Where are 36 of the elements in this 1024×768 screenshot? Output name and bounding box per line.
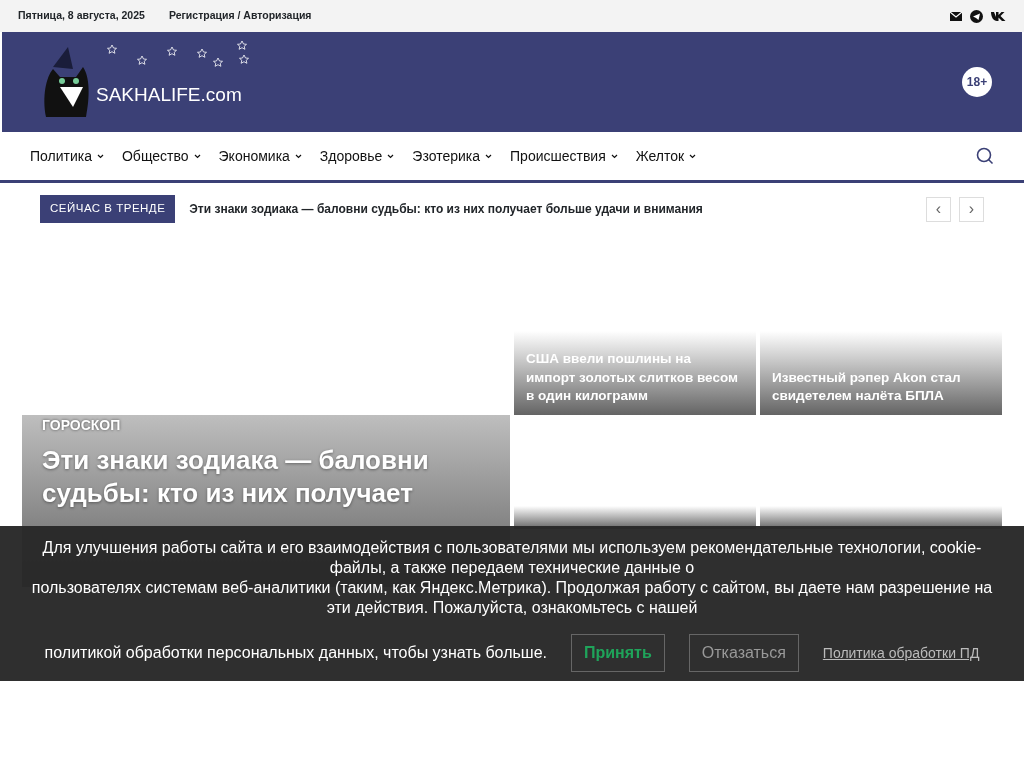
search-icon[interactable] xyxy=(976,147,994,165)
mail-icon[interactable] xyxy=(950,11,962,21)
vk-icon[interactable] xyxy=(991,11,1006,21)
date-text: Пятница, 8 августа, 2025 xyxy=(18,8,145,24)
auth-link[interactable]: Регистрация / Авторизация xyxy=(168,8,312,24)
chevron-down-icon xyxy=(294,153,302,159)
chevron-down-icon xyxy=(97,153,104,159)
logo-text: SAKHALIFE.com xyxy=(96,82,242,107)
prev-button[interactable]: ‹ xyxy=(926,196,951,222)
nav-item[interactable]: Здоровье xyxy=(319,145,395,167)
next-button[interactable]: › xyxy=(959,196,984,222)
news-title: США ввели пошлины на импорт золотых слитков весом в один килограмм xyxy=(526,350,739,405)
age-badge: 18+ xyxy=(962,67,992,97)
category-label: ГОРОСКОП xyxy=(42,416,122,435)
decline-button[interactable]: Отказаться xyxy=(688,634,799,672)
featured-title: Эти знаки зодиака — баловни судьбы: кто из них получает xyxy=(42,444,430,510)
trending-label: СЕЙЧАС В ТРЕНДЕ xyxy=(40,195,176,223)
news-card[interactable]: США ввели пошлины на импорт золотых слитков весом в один килограмм xyxy=(514,331,756,415)
nav-item[interactable]: Происшествия xyxy=(510,145,618,167)
accept-button[interactable]: Принять xyxy=(571,634,665,672)
telegram-icon[interactable] xyxy=(970,9,983,23)
chevron-down-icon xyxy=(387,153,395,159)
chevron-down-icon xyxy=(485,153,493,159)
news-title: Известный рэпер Akon стал свидетелем налёта БПЛА xyxy=(772,368,962,405)
chevron-down-icon xyxy=(610,153,618,159)
policy-link[interactable]: Политика обработки ПД xyxy=(822,642,980,664)
nav-item[interactable]: Общество xyxy=(122,145,201,167)
trending-headline[interactable]: Эти знаки зодиака — баловни судьбы: кто из них получает больше удачи и внимания xyxy=(189,200,703,218)
nav-item[interactable]: Политика xyxy=(30,145,104,167)
nav-item[interactable]: Желток xyxy=(635,145,697,167)
nav-item[interactable]: Экономика xyxy=(218,145,302,167)
cookie-text: политикой обработки персональных данных, чтобы узнать больше. xyxy=(44,643,547,663)
chevron-down-icon xyxy=(689,153,697,159)
news-card[interactable]: Известный рэпер Akon стал свидетелем налёта БПЛА xyxy=(760,331,1002,415)
nav-item[interactable]: Эзотерика xyxy=(412,145,493,167)
chevron-down-icon xyxy=(193,153,201,159)
